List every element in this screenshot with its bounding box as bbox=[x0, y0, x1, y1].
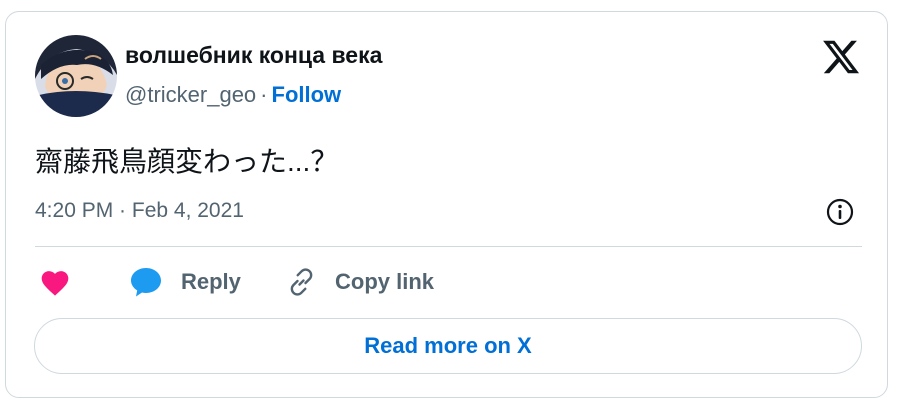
tweet-timestamp[interactable]: 4:20 PM · Feb 4, 2021 bbox=[35, 199, 244, 223]
like-button[interactable] bbox=[39, 264, 71, 300]
copy-link-label: Copy link bbox=[335, 269, 435, 294]
author-display-name[interactable]: волшебник конца века bbox=[125, 42, 382, 69]
follow-button[interactable]: Follow bbox=[272, 82, 342, 107]
info-icon[interactable] bbox=[824, 196, 856, 228]
read-more-label: Read more on X bbox=[364, 333, 532, 358]
heart-icon bbox=[41, 271, 69, 296]
x-logo-icon[interactable] bbox=[821, 37, 861, 77]
tweet-text: 齋藤飛鳥顔変わった...？ bbox=[35, 146, 339, 177]
link-icon bbox=[290, 268, 313, 296]
divider bbox=[35, 246, 862, 247]
read-more-button[interactable]: Read more on X bbox=[34, 318, 862, 374]
tweet-embed-card: волшебник конца века @tricker_geo · Follow… bbox=[5, 11, 888, 398]
author-handle-line: @tricker_geo · Follow bbox=[125, 82, 341, 108]
speech-bubble-icon bbox=[131, 268, 161, 297]
avatar[interactable] bbox=[35, 35, 117, 117]
author-handle[interactable]: @tricker_geo bbox=[125, 82, 256, 107]
reply-button[interactable]: Reply bbox=[129, 264, 241, 300]
copy-link-button[interactable]: Copy link bbox=[285, 264, 434, 300]
separator-dot: · bbox=[260, 82, 268, 107]
reply-label: Reply bbox=[181, 269, 241, 294]
